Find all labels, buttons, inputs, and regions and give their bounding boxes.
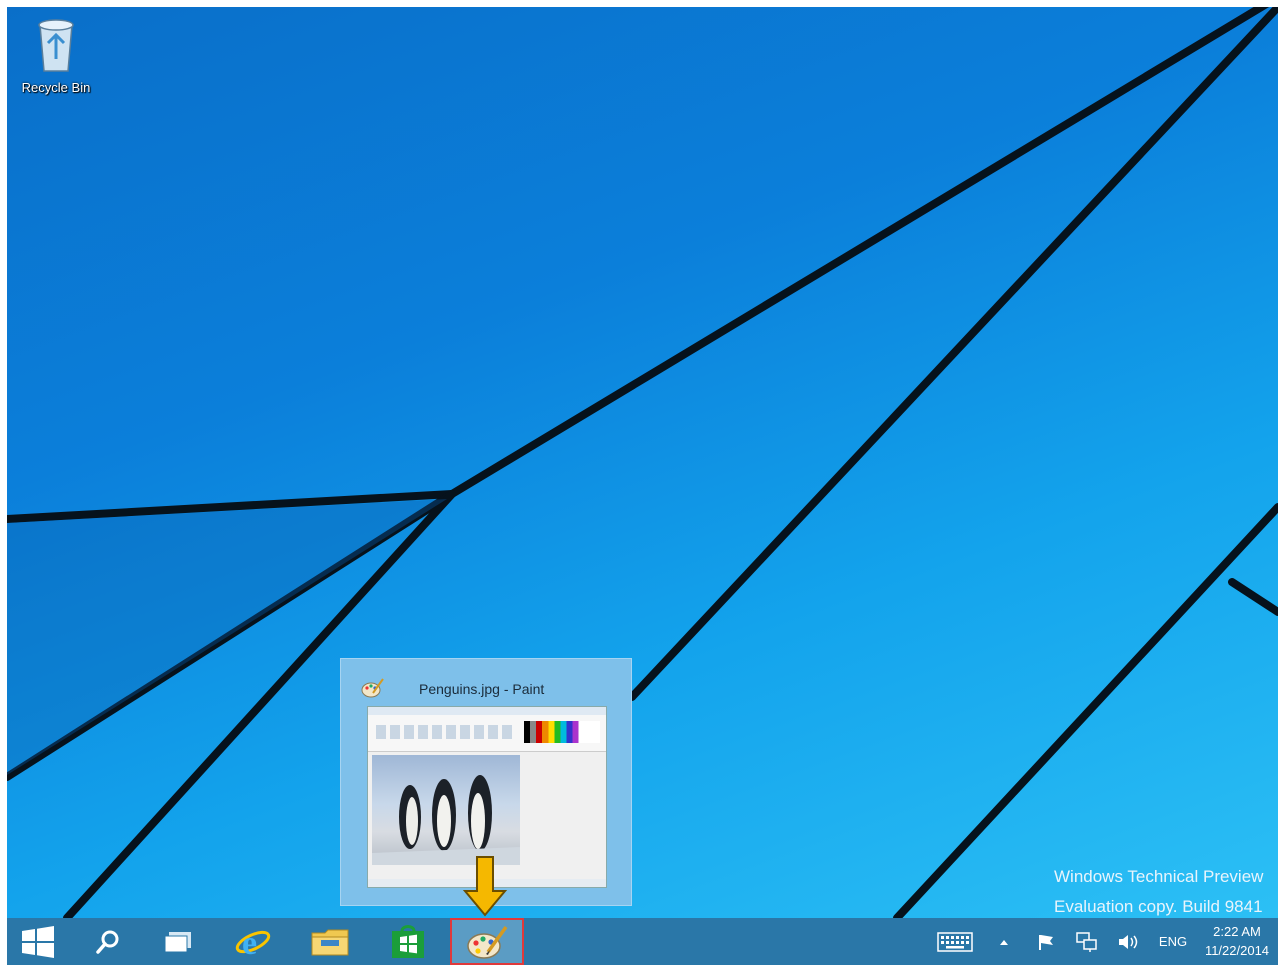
- preview-window-title: Penguins.jpg - Paint: [419, 681, 545, 697]
- down-arrow-icon: [462, 856, 508, 917]
- show-hidden-icons-button[interactable]: [990, 918, 1018, 965]
- taskbar: e ENG 2:22 AM 11/22/2014: [7, 918, 1278, 965]
- evaluation-watermark: Windows Technical Preview Evaluation cop…: [1054, 862, 1278, 918]
- recycle-bin-icon: [38, 19, 74, 72]
- volume-button[interactable]: [1112, 918, 1146, 965]
- network-button[interactable]: [1070, 918, 1104, 965]
- clock-time: 2:22 AM: [1213, 924, 1261, 939]
- penguins-image: [372, 775, 520, 865]
- windows-logo-icon: [22, 925, 54, 958]
- paint-ribbon: [368, 715, 606, 752]
- start-button[interactable]: [7, 918, 69, 965]
- paint-canvas: [372, 755, 520, 865]
- desktop: Recycle Bin Windows Technical Preview Ev…: [7, 7, 1278, 918]
- system-tray: ENG 2:22 AM 11/22/2014: [922, 918, 1278, 965]
- network-icon: [1076, 931, 1097, 952]
- task-view-button[interactable]: [147, 918, 209, 965]
- paint-icon: [467, 925, 508, 959]
- store-icon: [392, 924, 424, 958]
- volume-icon: [1119, 934, 1138, 949]
- search-button[interactable]: [77, 918, 139, 965]
- internet-explorer-button[interactable]: e: [222, 918, 284, 965]
- paint-titlebar: [368, 707, 606, 715]
- desktop-icon-recycle-bin[interactable]: Recycle Bin: [13, 15, 99, 95]
- desktop-icon-label: Recycle Bin: [21, 80, 91, 95]
- chevron-up-icon: [1000, 939, 1008, 945]
- input-language-button[interactable]: ENG: [1152, 918, 1194, 965]
- watermark-line-1: Windows Technical Preview: [1054, 867, 1264, 886]
- svg-text:e: e: [242, 925, 257, 960]
- clock-date: 11/22/2014: [1204, 943, 1270, 958]
- task-view-icon: [164, 931, 191, 952]
- action-center-button[interactable]: [1030, 918, 1062, 965]
- wallpaper: [7, 7, 1278, 918]
- touch-keyboard-button[interactable]: [930, 918, 980, 965]
- internet-explorer-icon: e: [235, 925, 271, 960]
- action-center-flag-icon: [1039, 934, 1053, 950]
- search-icon: [96, 930, 119, 954]
- keyboard-icon: [937, 931, 973, 952]
- watermark-line-2: Evaluation copy. Build 9841: [1054, 897, 1263, 916]
- paint-taskbar-button[interactable]: [450, 918, 524, 965]
- file-explorer-button[interactable]: [299, 918, 361, 965]
- paint-icon: [361, 678, 384, 698]
- store-button[interactable]: [377, 918, 439, 965]
- folder-icon: [311, 929, 349, 955]
- clock-button[interactable]: 2:22 AM 11/22/2014: [1197, 922, 1277, 960]
